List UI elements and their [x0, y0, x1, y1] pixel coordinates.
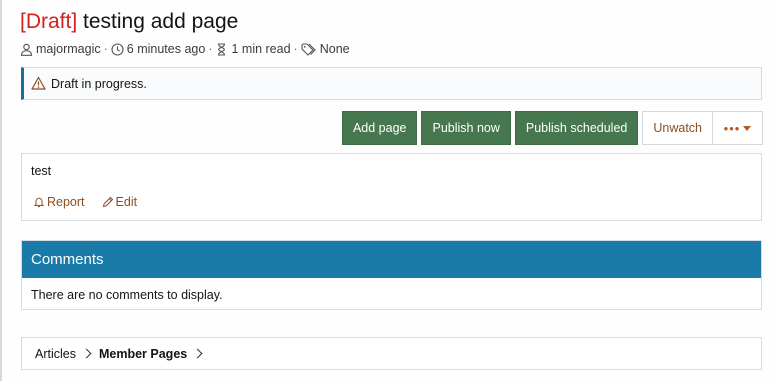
breadcrumb: Articles Member Pages — [21, 337, 762, 370]
draft-notice: Draft in progress. — [21, 67, 762, 100]
more-dots-icon: ••• — [723, 120, 741, 136]
thread-toolbar: Add page Publish now Publish scheduled U… — [338, 111, 763, 145]
bell-icon — [33, 196, 45, 208]
publish-now-button[interactable]: Publish now — [421, 111, 511, 145]
warning-icon — [31, 76, 46, 91]
meta-separator: · — [293, 42, 298, 56]
breadcrumb-articles[interactable]: Articles — [35, 347, 76, 361]
left-border — [0, 0, 2, 381]
clock-icon — [111, 42, 124, 56]
comments-empty-message: There are no comments to display. — [31, 288, 223, 302]
page-title: [Draft] testing add page — [20, 8, 238, 36]
pencil-icon — [102, 196, 114, 208]
read-time: 1 min read — [231, 42, 291, 56]
thread-meta: majormagic · 6 minutes ago · 1 min read … — [20, 40, 350, 58]
post-actions: Report Edit — [33, 195, 154, 209]
chevron-right-icon — [81, 348, 92, 359]
report-label: Report — [47, 195, 85, 209]
post-card: test Report Edit — [21, 153, 762, 221]
unwatch-button[interactable]: Unwatch — [642, 111, 713, 145]
timestamp[interactable]: 6 minutes ago — [127, 42, 206, 56]
chevron-down-icon — [743, 125, 752, 131]
draft-prefix: [Draft] — [20, 10, 78, 33]
meta-separator: · — [208, 42, 213, 56]
tags-value[interactable]: None — [320, 42, 350, 56]
breadcrumb-member-pages[interactable]: Member Pages — [99, 347, 187, 361]
report-link[interactable]: Report — [33, 195, 85, 209]
hourglass-icon — [215, 42, 228, 56]
post-body: test — [31, 164, 52, 178]
title-text: testing add page — [83, 10, 239, 33]
notice-text: Draft in progress. — [51, 76, 147, 91]
comments-header: Comments — [22, 241, 761, 278]
user-icon — [20, 43, 33, 56]
chevron-right-icon — [192, 348, 203, 359]
tags-icon — [301, 42, 317, 56]
author-link[interactable]: majormagic — [36, 42, 101, 56]
edit-label: Edit — [115, 195, 138, 209]
publish-scheduled-button[interactable]: Publish scheduled — [514, 111, 639, 145]
edit-link[interactable]: Edit — [102, 195, 138, 209]
add-page-button[interactable]: Add page — [341, 111, 418, 145]
comments-block: Comments There are no comments to displa… — [21, 240, 762, 310]
more-options-button[interactable]: ••• — [713, 111, 763, 145]
meta-separator: · — [103, 42, 108, 56]
